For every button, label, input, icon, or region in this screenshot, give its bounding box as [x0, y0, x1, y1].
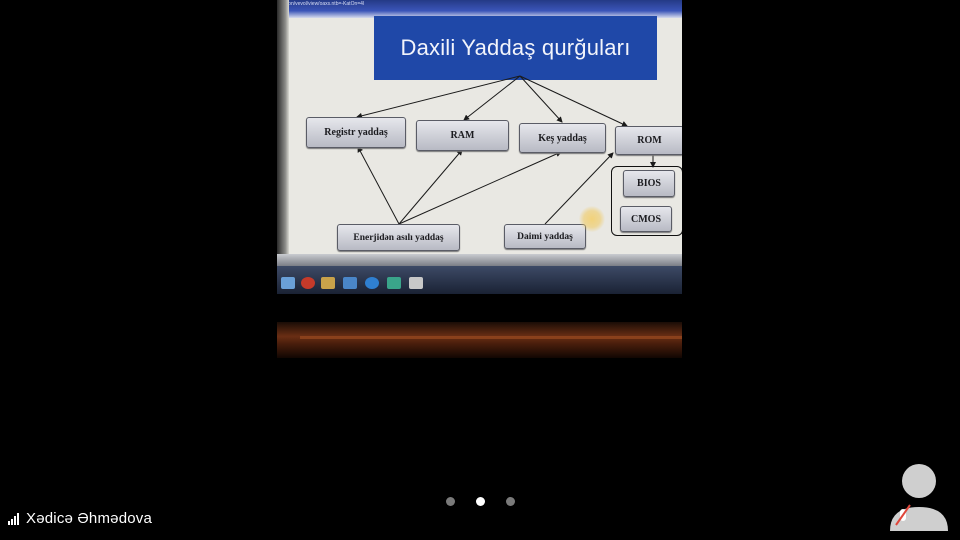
page-dot-3[interactable] [506, 497, 515, 506]
signal-strength-icon [8, 512, 19, 525]
opera-icon [301, 277, 315, 289]
arrow-enerji-kes [398, 151, 562, 225]
app-icon [387, 277, 401, 289]
windows-taskbar [277, 266, 682, 294]
node-registr-yaddas: Registr yaddaş [306, 117, 406, 148]
node-ram: RAM [416, 120, 509, 151]
arrow-title-rom [519, 75, 628, 127]
node-kes-yaddas: Keş yaddaş [519, 123, 606, 153]
caller-name: Xədicə Əhmədova [26, 510, 153, 527]
arrow-enerji-registr [357, 146, 400, 225]
arrow-title-kes [519, 75, 563, 123]
app-icon-2 [409, 277, 423, 289]
shared-screen: ..ichon/vevol/view/oaxs.ntb=-KatOn=4l Da… [277, 0, 682, 294]
node-cmos: CMOS [620, 206, 672, 232]
chrome-icon [343, 277, 357, 289]
media-player-controls [277, 254, 682, 266]
node-daimi-yaddas: Daimi yaddaş [504, 224, 586, 249]
folder-icon [321, 277, 335, 289]
arrow-enerji-ram [398, 149, 463, 225]
node-bios: BIOS [623, 170, 675, 197]
monitor-bezel-reflection [277, 322, 682, 358]
arrow-title-registr [356, 75, 521, 119]
start-icon [281, 277, 295, 289]
user-avatar-icon[interactable] [888, 463, 950, 533]
mouse-cursor-highlight [579, 206, 605, 232]
monitor-bezel-highlight [300, 336, 682, 339]
ie-icon [365, 277, 379, 289]
node-rom: ROM [615, 126, 682, 155]
page-dot-1[interactable] [446, 497, 455, 506]
caller-info: Xədicə Əhmədova [8, 510, 152, 527]
node-enerjiden-asili-yaddas: Enerjidən asılı yaddaş [337, 224, 460, 251]
page-dot-2[interactable] [476, 497, 485, 506]
